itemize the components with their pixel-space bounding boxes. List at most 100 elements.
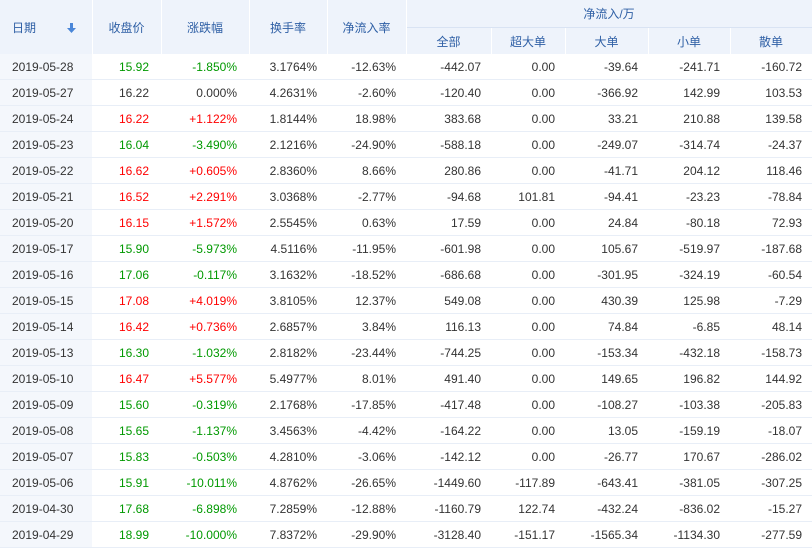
turnover-cell: 4.2631% (249, 79, 327, 106)
retail-cell: -15.27 (730, 495, 812, 522)
super-large-cell: 0.00 (491, 339, 565, 366)
date-cell: 2019-05-21 (0, 183, 92, 210)
table-row: 2019-05-14 16.42 +0.736% 2.6857% 3.84% 116.13… (0, 313, 812, 340)
retail-cell: -158.73 (730, 339, 812, 366)
total-cell: -94.68 (406, 183, 491, 210)
turnover-cell: 2.6857% (249, 313, 327, 340)
header-change-pct[interactable]: 涨跌幅 (161, 0, 250, 54)
small-cell: -23.23 (648, 183, 730, 210)
super-large-cell: 0.00 (491, 261, 565, 288)
close-cell: 17.68 (92, 495, 161, 522)
change-cell: -10.000% (161, 521, 249, 548)
date-cell: 2019-05-08 (0, 417, 92, 444)
date-cell: 2019-05-28 (0, 54, 92, 80)
table-row: 2019-05-10 16.47 +5.577% 5.4977% 8.01% 491.40… (0, 365, 812, 392)
net-inflow-rate-cell: 0.63% (327, 209, 406, 236)
change-cell: 0.000% (161, 79, 249, 106)
sort-desc-icon[interactable] (67, 22, 77, 36)
retail-cell: -277.59 (730, 521, 812, 548)
total-cell: 549.08 (406, 287, 491, 314)
super-large-cell: 0.00 (491, 235, 565, 262)
close-cell: 16.04 (92, 131, 161, 158)
super-large-cell: 0.00 (491, 54, 565, 80)
total-cell: -744.25 (406, 339, 491, 366)
change-cell: +0.605% (161, 157, 249, 184)
net-inflow-rate-cell: -26.65% (327, 469, 406, 496)
total-cell: -1449.60 (406, 469, 491, 496)
header-small[interactable]: 小单 (648, 27, 731, 54)
table-row: 2019-04-29 18.99 -10.000% 7.8372% -29.90% -31… (0, 521, 812, 548)
change-cell: -6.898% (161, 495, 249, 522)
large-cell: 105.67 (565, 235, 648, 262)
table-row: 2019-05-21 16.52 +2.291% 3.0368% -2.77% -94.6… (0, 183, 812, 210)
table-row: 2019-05-13 16.30 -1.032% 2.8182% -23.44% -744… (0, 339, 812, 366)
net-inflow-rate-cell: -4.42% (327, 417, 406, 444)
large-cell: 24.84 (565, 209, 648, 236)
turnover-cell: 3.4563% (249, 417, 327, 444)
date-cell: 2019-05-16 (0, 261, 92, 288)
close-cell: 15.92 (92, 54, 161, 80)
retail-cell: -7.29 (730, 287, 812, 314)
date-cell: 2019-05-14 (0, 313, 92, 340)
change-cell: +1.572% (161, 209, 249, 236)
total-cell: -120.40 (406, 79, 491, 106)
small-cell: -1134.30 (648, 521, 730, 548)
retail-cell: 103.53 (730, 79, 812, 106)
header-close[interactable]: 收盘价 (92, 0, 162, 54)
super-large-cell: -151.17 (491, 521, 565, 548)
large-cell: -366.92 (565, 79, 648, 106)
header-turnover[interactable]: 换手率 (249, 0, 328, 54)
fund-flow-table: 日期 收盘价 涨跌幅 换手率 净流入率 净流入/万 全部 超大单 大单 小单 散… (0, 0, 812, 548)
super-large-cell: 0.00 (491, 313, 565, 340)
net-inflow-rate-cell: -18.52% (327, 261, 406, 288)
net-inflow-rate-cell: -2.77% (327, 183, 406, 210)
retail-cell: -286.02 (730, 443, 812, 470)
large-cell: -26.77 (565, 443, 648, 470)
large-cell: -153.34 (565, 339, 648, 366)
total-cell: 280.86 (406, 157, 491, 184)
turnover-cell: 4.5116% (249, 235, 327, 262)
header-retail[interactable]: 散单 (730, 27, 812, 54)
super-large-cell: 0.00 (491, 157, 565, 184)
turnover-cell: 2.8360% (249, 157, 327, 184)
change-cell: +2.291% (161, 183, 249, 210)
date-cell: 2019-05-23 (0, 131, 92, 158)
net-inflow-rate-cell: -12.63% (327, 54, 406, 80)
change-cell: -0.319% (161, 391, 249, 418)
header-super-large[interactable]: 超大单 (491, 27, 566, 54)
table-row: 2019-05-09 15.60 -0.319% 2.1768% -17.85% -417… (0, 391, 812, 418)
close-cell: 15.91 (92, 469, 161, 496)
large-cell: 74.84 (565, 313, 648, 340)
header-large[interactable]: 大单 (565, 27, 649, 54)
net-inflow-rate-cell: 3.84% (327, 313, 406, 340)
header-total[interactable]: 全部 (406, 27, 492, 54)
change-cell: +1.122% (161, 105, 249, 132)
turnover-cell: 3.0368% (249, 183, 327, 210)
total-cell: -588.18 (406, 131, 491, 158)
super-large-cell: 0.00 (491, 131, 565, 158)
retail-cell: -60.54 (730, 261, 812, 288)
change-cell: -5.973% (161, 235, 249, 262)
table-body: 2019-05-28 15.92 -1.850% 3.1764% -12.63% -442… (0, 54, 812, 548)
date-cell: 2019-04-29 (0, 521, 92, 548)
table-row: 2019-05-22 16.62 +0.605% 2.8360% 8.66% 280.86… (0, 157, 812, 184)
header-date-label: 日期 (12, 20, 37, 35)
net-inflow-rate-cell: -24.90% (327, 131, 406, 158)
date-cell: 2019-05-09 (0, 391, 92, 418)
small-cell: 125.98 (648, 287, 730, 314)
header-date[interactable]: 日期 (0, 0, 93, 54)
turnover-cell: 3.1632% (249, 261, 327, 288)
small-cell: 204.12 (648, 157, 730, 184)
large-cell: -432.24 (565, 495, 648, 522)
retail-cell: -205.83 (730, 391, 812, 418)
header-net-inflow-group: 净流入/万 (406, 0, 812, 28)
table-row: 2019-05-07 15.83 -0.503% 4.2810% -3.06% -142.… (0, 443, 812, 470)
small-cell: -324.19 (648, 261, 730, 288)
small-cell: -519.97 (648, 235, 730, 262)
super-large-cell: 0.00 (491, 443, 565, 470)
header-net-inflow-rate[interactable]: 净流入率 (327, 0, 407, 54)
close-cell: 16.30 (92, 339, 161, 366)
retail-cell: -187.68 (730, 235, 812, 262)
turnover-cell: 7.2859% (249, 495, 327, 522)
small-cell: -6.85 (648, 313, 730, 340)
